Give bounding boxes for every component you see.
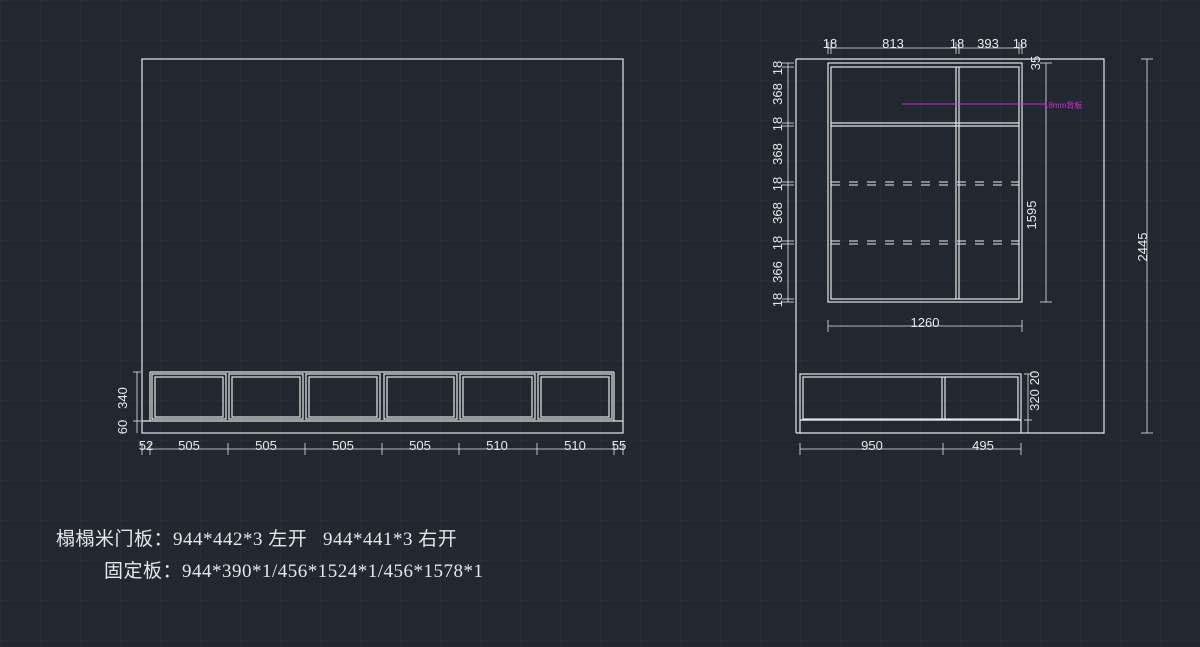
top-width-label: 18 [950, 36, 964, 51]
left-height-340: 340 [115, 387, 130, 409]
left-height-label: 18 [770, 177, 785, 191]
top-right-35: 35 [1028, 56, 1043, 70]
inner-height-1595: 1595 [1024, 201, 1039, 230]
cabinet-height-20: 20 [1027, 371, 1042, 385]
left-bottom-width-label: 505 [178, 438, 200, 453]
left-labels: 18 368 18 368 18 368 18 366 18 [770, 61, 785, 307]
cabinet-height-320: 320 [1027, 389, 1042, 411]
left-bottom-width-label: 52 [139, 438, 153, 453]
left-height-label: 368 [770, 83, 785, 105]
note-door-panels: 榻榻米门板：944*442*3 左开 944*441*3 右开 [56, 529, 458, 550]
left-height-label: 368 [770, 202, 785, 224]
note-fixed-panels: 固定板：944*390*1/456*1524*1/456*1578*1 [104, 561, 484, 582]
left-height-label: 18 [770, 293, 785, 307]
left-bottom-width-label: 505 [255, 438, 277, 453]
left-height-label: 368 [770, 143, 785, 165]
lower-width-950: 950 [861, 438, 883, 453]
left-bottom-width-label: 505 [409, 438, 431, 453]
top-width-label: 18 [1013, 36, 1027, 51]
left-bottom-width-label: 55 [612, 438, 626, 453]
back-panel-note: 18mm背板 [1044, 100, 1082, 110]
total-height-2445: 2445 [1135, 233, 1150, 262]
top-width-label: 18 [823, 36, 837, 51]
left-height-label: 18 [770, 117, 785, 131]
left-height-label: 18 [770, 236, 785, 250]
left-bottom-width-label: 510 [564, 438, 586, 453]
left-height-label: 366 [770, 261, 785, 283]
left-height-label: 18 [770, 61, 785, 75]
drawing-canvas: 52 505 505 505 505 510 510 55 340 60 18m… [0, 0, 1200, 647]
inner-width-1260: 1260 [911, 315, 940, 330]
lower-width-495: 495 [972, 438, 994, 453]
left-bottom-width-label: 505 [332, 438, 354, 453]
left-bottom-width-label: 510 [486, 438, 508, 453]
left-height-60: 60 [115, 420, 130, 434]
top-width-label: 393 [977, 36, 999, 51]
top-width-label: 813 [882, 36, 904, 51]
